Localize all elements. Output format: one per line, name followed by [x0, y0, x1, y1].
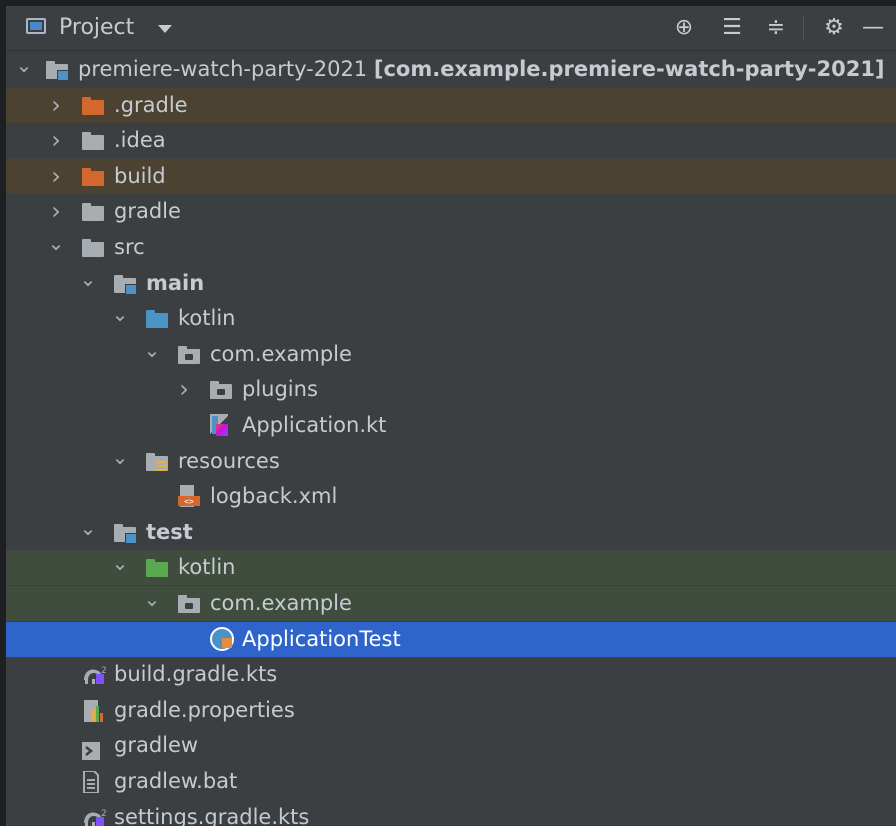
tree-row[interactable]: Application.kt — [6, 408, 896, 443]
folder-icon — [82, 168, 104, 186]
module-folder-icon — [46, 61, 69, 81]
tree-item-label: resources — [178, 449, 280, 473]
tree-row[interactable]: ⌄ com.example — [6, 337, 896, 372]
chevron-down-icon[interactable]: ⌄ — [142, 337, 162, 372]
svg-text:2: 2 — [101, 666, 106, 676]
chevron-right-icon[interactable]: › — [46, 194, 66, 229]
tree-item-label: main — [146, 271, 205, 295]
tree-item-label: com.example — [210, 591, 352, 615]
tree-row[interactable]: ⌄ test — [6, 515, 896, 550]
tree-item-label: logback.xml — [210, 484, 338, 508]
expand-all-icon[interactable]: ☰ — [717, 14, 747, 42]
tree-item-label: Application.kt — [242, 413, 387, 437]
chevron-down-icon[interactable]: ⌄ — [142, 586, 162, 621]
tree-row[interactable]: 2 settings.gradle.kts — [6, 800, 896, 826]
chevron-right-icon[interactable]: › — [46, 88, 66, 123]
tree-item-label: gradle — [114, 199, 181, 223]
folder-icon — [82, 239, 104, 257]
tree-row[interactable]: ⌄ kotlin — [6, 301, 896, 336]
tree-row[interactable]: › .idea — [6, 123, 896, 158]
chevron-down-icon[interactable]: ⌄ — [14, 52, 34, 87]
tree-row[interactable]: › plugins — [6, 372, 896, 407]
folder-icon — [82, 132, 104, 150]
source-root-folder-icon — [146, 310, 168, 328]
tree-row[interactable]: gradlew — [6, 728, 896, 763]
gradle-kts-icon: 2 — [82, 806, 107, 826]
tree-row[interactable]: gradlew.bat — [6, 764, 896, 799]
package-icon — [178, 595, 200, 613]
package-icon — [178, 346, 200, 364]
source-set-folder-icon — [114, 524, 137, 544]
minimize-icon[interactable]: — — [858, 14, 888, 42]
tree-item-label: gradlew.bat — [114, 769, 238, 793]
package-icon — [210, 381, 232, 399]
project-toolbar: Project ⊕ ☰ ≑ ⚙ — — [6, 6, 896, 51]
target-icon[interactable]: ⊕ — [669, 14, 699, 42]
chevron-down-icon[interactable]: ⌄ — [78, 266, 98, 301]
tree-row[interactable]: ⌄ com.example — [6, 586, 896, 621]
tree-row-selected[interactable]: ApplicationTest — [6, 622, 896, 657]
tree-item-label: build — [114, 164, 166, 188]
source-set-folder-icon — [114, 275, 137, 295]
tree-row[interactable]: › .gradle — [6, 88, 896, 123]
tree-row[interactable]: ⌄ resources — [6, 444, 896, 479]
text-file-icon — [82, 770, 104, 794]
chevron-down-icon[interactable]: ⌄ — [110, 550, 130, 585]
tree-item-label: kotlin — [178, 306, 236, 330]
chevron-down-icon[interactable]: ⌄ — [110, 444, 130, 479]
tree-item-label: settings.gradle.kts — [114, 805, 310, 826]
tree-row[interactable]: › build — [6, 159, 896, 194]
chevron-down-icon[interactable]: ⌄ — [46, 230, 66, 265]
chevron-right-icon[interactable]: › — [174, 372, 194, 407]
chevron-down-icon[interactable]: ⌄ — [110, 301, 130, 336]
tree-item-label: gradle.properties — [114, 698, 295, 722]
project-view-title[interactable]: Project — [59, 14, 134, 42]
folder-icon — [82, 203, 104, 221]
tree-row[interactable]: 2 build.gradle.kts — [6, 657, 896, 692]
svg-text:2: 2 — [101, 809, 106, 819]
tree-item-label: build.gradle.kts — [114, 662, 278, 686]
module-qualified-name: [com.example.premiere-watch-party-2021] — [373, 57, 885, 81]
resources-folder-icon — [146, 453, 168, 471]
chevron-down-icon[interactable] — [158, 25, 172, 33]
tree-item-label: src — [114, 235, 145, 259]
properties-file-icon — [82, 699, 104, 722]
tree-row[interactable]: ⌄ premiere-watch-party-2021 [com.example.… — [6, 52, 896, 87]
test-class-icon — [210, 627, 234, 651]
svg-text:<>: <> — [184, 497, 194, 506]
folder-icon — [82, 97, 104, 115]
tree-row[interactable]: ⌄ main — [6, 266, 896, 301]
tree-item-label: gradlew — [114, 733, 199, 757]
test-root-folder-icon — [146, 559, 168, 577]
project-view-icon — [26, 18, 46, 34]
chevron-right-icon[interactable]: › — [46, 159, 66, 194]
tree-row[interactable]: ⌄ src — [6, 230, 896, 265]
tree-item-label: test — [146, 520, 193, 544]
tree-item-label: kotlin — [178, 555, 236, 579]
xml-file-icon: <> — [178, 485, 200, 507]
project-tool-window: Project ⊕ ☰ ≑ ⚙ — ⌄ premiere-watch-party-… — [6, 6, 896, 826]
toolbar-divider — [803, 16, 804, 40]
tree-item-label: ApplicationTest — [242, 627, 401, 651]
tree-row[interactable]: › gradle — [6, 194, 896, 229]
gear-icon[interactable]: ⚙ — [819, 14, 849, 42]
tree-item-label: .gradle — [114, 93, 188, 117]
kotlin-file-icon — [210, 414, 232, 436]
tree-item-label: com.example — [210, 342, 352, 366]
tree-item-label: plugins — [242, 377, 318, 401]
tree-item-label: premiere-watch-party-2021 [com.example.p… — [78, 57, 885, 81]
gradle-kts-icon: 2 — [82, 663, 107, 684]
chevron-right-icon[interactable]: › — [46, 123, 66, 158]
tree-row[interactable]: gradle.properties — [6, 693, 896, 728]
tree-item-label: .idea — [114, 128, 166, 152]
tree-row[interactable]: ⌄ kotlin — [6, 550, 896, 585]
tree-row[interactable]: <> logback.xml — [6, 479, 896, 514]
chevron-down-icon[interactable]: ⌄ — [78, 515, 98, 550]
collapse-all-icon[interactable]: ≑ — [761, 14, 791, 42]
shell-script-icon — [82, 737, 104, 760]
